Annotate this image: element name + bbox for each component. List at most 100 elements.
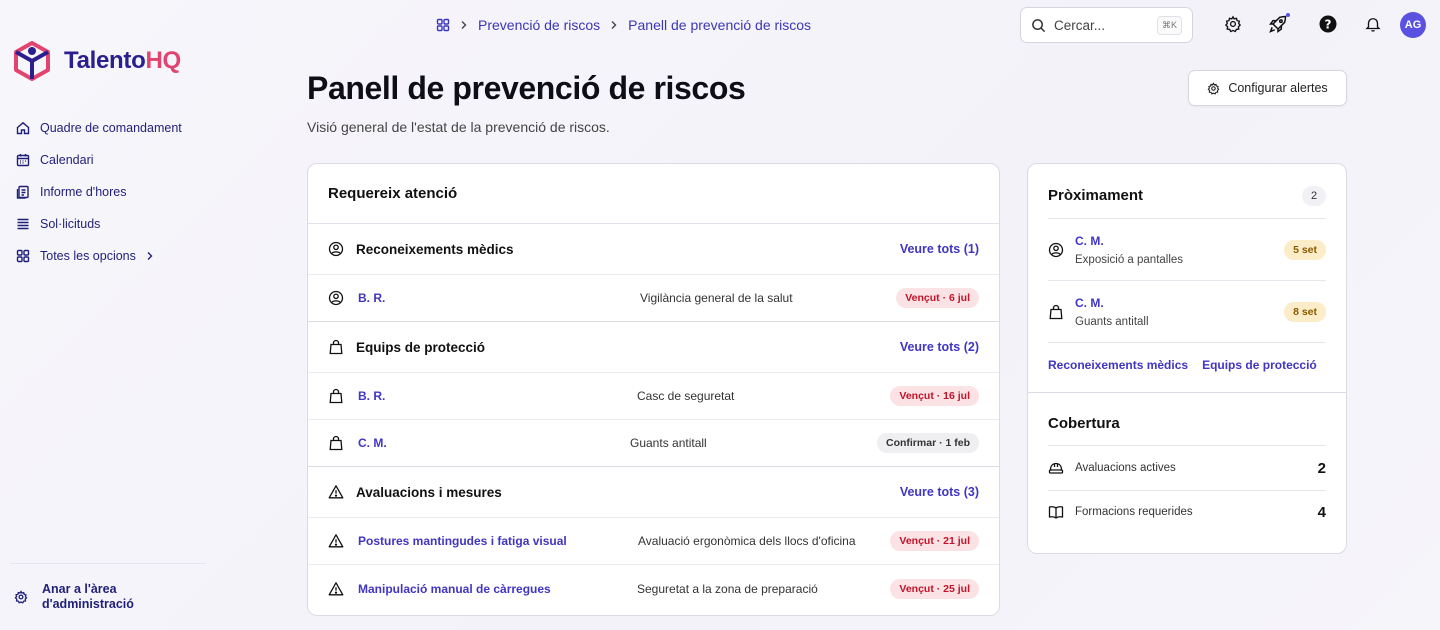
- link-protective-equipment[interactable]: Equips de protecció: [1202, 358, 1317, 372]
- rocket-icon[interactable]: [1268, 14, 1288, 34]
- calendar-icon: [16, 153, 30, 167]
- book-icon: [1048, 504, 1064, 520]
- employee-link[interactable]: C. M.: [358, 436, 387, 450]
- table-row[interactable]: Postures mantingudes i fatiga visual Ava…: [308, 518, 999, 565]
- bell-icon[interactable]: [1363, 14, 1383, 34]
- employee-link[interactable]: B. R.: [358, 291, 385, 305]
- search-icon: [1031, 18, 1046, 33]
- grid-icon[interactable]: [436, 18, 450, 32]
- bag-icon: [328, 388, 344, 404]
- sidebar-item-calendar[interactable]: Calendari: [16, 144, 182, 176]
- upcoming-links: Reconeixements mèdics Equips de protecci…: [1048, 358, 1317, 372]
- item-description: Avaluació ergonòmica dels llocs d'oficin…: [638, 534, 856, 548]
- logo[interactable]: TalentoHQ: [12, 40, 181, 82]
- settings-gear-icon[interactable]: [1223, 14, 1243, 34]
- breadcrumb: Prevenció de riscos Panell de prevenció …: [436, 15, 811, 35]
- search-shortcut: ⌘K: [1157, 15, 1183, 35]
- sidebar-item-label: Quadre de comandament: [40, 121, 182, 135]
- coverage-label: Avaluacions actives: [1075, 462, 1176, 474]
- sidebar-item-requests[interactable]: Sol·licituds: [16, 208, 182, 240]
- svg-text:?: ?: [1325, 17, 1332, 31]
- employee-link[interactable]: B. R.: [358, 389, 385, 403]
- assessment-link[interactable]: Manipulació manual de càrregues: [358, 582, 551, 596]
- table-row[interactable]: Manipulació manual de càrregues Segureta…: [308, 565, 999, 612]
- chevron-right-icon: [610, 20, 618, 30]
- table-row[interactable]: B. R. Vigilància general de la salut Ven…: [308, 275, 999, 322]
- view-all-link[interactable]: Veure tots (3): [900, 485, 979, 499]
- page-title: Panell de prevenció de riscos: [307, 70, 746, 106]
- avatar[interactable]: AG: [1400, 12, 1426, 38]
- divider: [1048, 218, 1326, 219]
- user-circle-icon: [1048, 242, 1064, 258]
- status-badge: Confirmar · 1 feb: [876, 433, 979, 453]
- coverage-title: Cobertura: [1048, 415, 1120, 432]
- all-options-label: Totes les opcions: [40, 249, 136, 263]
- view-all-link[interactable]: Veure tots (2): [900, 340, 979, 354]
- page-subtitle: Visió general de l'estat de la prevenció…: [307, 119, 610, 135]
- date-badge: 8 set: [1284, 302, 1326, 322]
- item-description: Guants antitall: [630, 436, 707, 450]
- search-box[interactable]: ⌘K: [1020, 7, 1193, 43]
- upcoming-count-badge: 2: [1302, 186, 1326, 206]
- item-description: Exposició a pantalles: [1075, 254, 1184, 266]
- chevron-right-icon: [146, 251, 154, 261]
- item-description: Casc de seguretat: [637, 389, 735, 403]
- sidebar-item-label: Calendari: [40, 153, 94, 167]
- link-medical-checks[interactable]: Reconeixements mèdics: [1048, 358, 1188, 372]
- helmet-icon: [1048, 460, 1064, 476]
- breadcrumb-item-section[interactable]: Prevenció de riscos: [478, 17, 600, 33]
- upcoming-item[interactable]: C. M. Exposició a pantalles 5 set: [1048, 225, 1326, 275]
- coverage-row: Formacions requerides 4: [1048, 490, 1326, 534]
- group-assessments: Avaluacions i mesures Veure tots (3): [308, 467, 999, 518]
- status-badge: Vençut · 6 jul: [896, 288, 979, 308]
- upcoming-item[interactable]: C. M. Guants antitall 8 set: [1048, 287, 1326, 337]
- attention-card-title: Requereix atenció: [308, 164, 999, 224]
- group-title: Reconeixements mèdics: [356, 241, 514, 257]
- warning-icon: [328, 484, 344, 500]
- item-description: Vigilància general de la salut: [640, 291, 793, 305]
- divider: [1048, 342, 1326, 343]
- configure-alerts-label: Configurar alertes: [1228, 81, 1328, 95]
- sidebar-item-hours-report[interactable]: Informe d'hores: [16, 176, 182, 208]
- coverage-value: 4: [1317, 503, 1326, 521]
- coverage-value: 2: [1317, 459, 1326, 477]
- user-circle-icon: [328, 290, 344, 306]
- sidebar-nav: Quadre de comandament Calendari Informe …: [16, 112, 182, 240]
- upcoming-item-text: C. M. Exposició a pantalles: [1075, 234, 1183, 266]
- gear-icon: [14, 590, 28, 604]
- bag-icon: [1048, 304, 1064, 320]
- all-options-link[interactable]: Totes les opcions: [16, 249, 154, 263]
- view-all-link[interactable]: Veure tots (1): [900, 242, 979, 256]
- coverage-row: Avaluacions actives 2: [1048, 446, 1326, 490]
- table-row[interactable]: C. M. Guants antitall Confirmar · 1 feb: [308, 420, 999, 467]
- item-description: Guants antitall: [1075, 316, 1149, 328]
- upcoming-title: Pròximament: [1048, 187, 1144, 204]
- group-protective-equipment: Equips de protecció Veure tots (2): [308, 322, 999, 373]
- assessment-link[interactable]: Postures mantingudes i fatiga visual: [358, 534, 567, 548]
- bag-icon: [328, 339, 344, 355]
- chevron-right-icon: [460, 20, 468, 30]
- item-description: Seguretat a la zona de preparació: [637, 581, 818, 596]
- admin-area-link[interactable]: Anar a l'àrea d'administració: [14, 582, 152, 612]
- sidebar-item-dashboard[interactable]: Quadre de comandament: [16, 112, 182, 144]
- group-title: Equips de protecció: [356, 339, 486, 355]
- help-icon[interactable]: ?: [1318, 14, 1338, 34]
- configure-alerts-button[interactable]: Configurar alertes: [1188, 70, 1347, 106]
- search-input[interactable]: [1054, 17, 1149, 33]
- employee-link[interactable]: C. M.: [1075, 296, 1149, 310]
- brand-name: TalentoHQ: [64, 47, 181, 74]
- admin-area-label: Anar a l'àrea d'administració: [42, 582, 134, 611]
- list-icon: [16, 217, 30, 231]
- cube-logo-icon: [12, 40, 52, 82]
- user-circle-icon: [328, 241, 344, 257]
- status-badge: Vençut · 21 jul: [890, 531, 979, 551]
- grid-icon: [16, 249, 30, 263]
- coverage-label: Formacions requerides: [1075, 506, 1193, 518]
- breadcrumb-item-current[interactable]: Panell de prevenció de riscos: [628, 17, 811, 33]
- home-icon: [16, 121, 30, 135]
- sidebar: TalentoHQ Quadre de comandament Calendar…: [0, 0, 210, 630]
- attention-card: Requereix atenció Reconeixements mèdics …: [307, 163, 1000, 616]
- employee-link[interactable]: C. M.: [1075, 234, 1183, 248]
- table-row[interactable]: B. R. Casc de seguretat Vençut · 16 jul: [308, 373, 999, 420]
- gear-icon: [1207, 81, 1220, 95]
